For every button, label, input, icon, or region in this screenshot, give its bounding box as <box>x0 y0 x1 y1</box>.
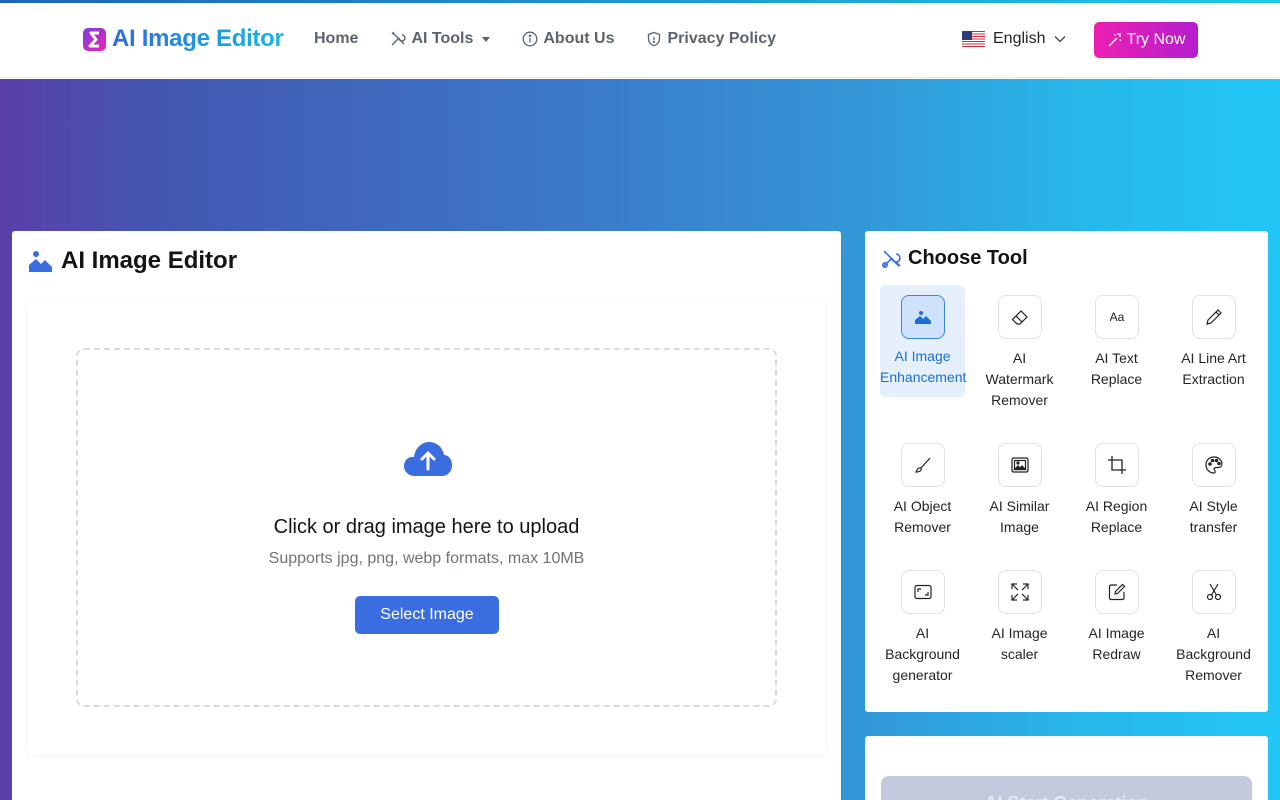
expand-icon <box>1010 583 1029 601</box>
choose-tool-title: Choose Tool <box>880 247 1028 270</box>
tool-ai-style-transfer[interactable]: AI Style transfer <box>1171 433 1256 538</box>
nav-ai-tools-dropdown[interactable]: AI Tools <box>390 27 491 51</box>
frame-icon <box>913 584 932 600</box>
brush-icon <box>914 457 930 473</box>
us-flag-icon <box>962 31 985 47</box>
tool-label: AI Style transfer <box>1189 498 1238 535</box>
nav-home[interactable]: Home <box>314 27 358 51</box>
image-icon <box>914 311 931 324</box>
images-icon <box>1010 457 1029 473</box>
tool-label: AI Image Redraw <box>1088 625 1145 662</box>
tool-label: AI Background Remover <box>1176 625 1251 683</box>
tool-icon-box <box>1094 443 1139 487</box>
editor-title-text: AI Image Editor <box>61 247 238 274</box>
logo-icon <box>83 27 106 51</box>
tool-ai-background-remover[interactable]: AI Background Remover <box>1171 560 1256 686</box>
start-generation-button[interactable]: AI Start Generation <box>881 776 1252 800</box>
tool-ai-line-art-extraction[interactable]: AI Line Art Extraction <box>1171 285 1256 390</box>
navbar: AI Image Editor Home AI Tools About Us P… <box>0 3 1280 78</box>
tool-icon-box <box>1191 570 1236 614</box>
tool-ai-object-remover[interactable]: AI Object Remover <box>880 433 965 538</box>
shield-icon <box>648 31 661 47</box>
image-landscape-icon <box>29 250 52 272</box>
info-circle-icon <box>522 31 538 47</box>
tool-icon-box <box>900 570 945 614</box>
tool-icon-box <box>1191 443 1236 487</box>
tool-icon-box <box>997 443 1042 487</box>
tool-label: AI Watermark Remover <box>985 350 1054 408</box>
cloud-upload-icon <box>404 442 452 476</box>
tool-ai-watermark-remover[interactable]: AI Watermark Remover <box>977 285 1062 411</box>
nav-about-us-label: About Us <box>543 30 615 47</box>
tool-ai-similar-image[interactable]: AI Similar Image <box>977 433 1062 538</box>
tool-label: AI Image Enhancement <box>880 348 967 385</box>
choose-tool-title-text: Choose Tool <box>908 247 1028 269</box>
tool-ai-region-replace[interactable]: AI Region Replace <box>1074 433 1159 538</box>
nav-ai-tools-label: AI Tools <box>411 30 474 47</box>
editor-card: AI Image Editor Click or drag image here… <box>12 231 841 800</box>
caret-down-icon <box>482 36 491 42</box>
magic-wand-icon <box>1108 33 1121 47</box>
tool-icon-box <box>997 570 1042 614</box>
main-nav: Home AI Tools About Us Privacy Policy <box>314 27 808 51</box>
nav-privacy-label: Privacy Policy <box>667 30 776 47</box>
tools-icon <box>391 31 407 46</box>
tool-label: AI Text Replace <box>1090 350 1143 387</box>
tool-label: AI Similar Image <box>989 498 1050 535</box>
svg-text:Aa: Aa <box>1109 310 1124 324</box>
try-now-label: Try Now <box>1126 31 1186 48</box>
upload-subtitle: Supports jpg, png, webp formats, max 10M… <box>268 550 585 567</box>
tool-icon-box <box>1191 295 1236 339</box>
tool-icon-box: Aa <box>1094 295 1139 339</box>
tool-label: AI Image scaler <box>991 625 1048 662</box>
tools-icon <box>881 249 901 268</box>
try-now-button[interactable]: Try Now <box>1094 22 1198 58</box>
tool-ai-image-redraw[interactable]: AI Image Redraw <box>1074 560 1159 665</box>
nav-privacy-policy[interactable]: Privacy Policy <box>646 27 776 51</box>
editor-title: AI Image Editor <box>28 247 237 275</box>
scissors-icon <box>1206 583 1221 601</box>
choose-tool-card: Choose Tool AI Image Enhancement AI Wate… <box>865 231 1268 712</box>
tool-label: AI Region Replace <box>1085 498 1148 535</box>
tool-label: AI Line Art Extraction <box>1181 350 1246 387</box>
pencil-icon <box>1205 309 1222 325</box>
crop-icon <box>1107 456 1126 474</box>
chevron-down-icon <box>1055 36 1066 43</box>
brand-logo-link[interactable]: AI Image Editor <box>81 25 284 53</box>
upload-title: Click or drag image here to upload <box>273 516 580 538</box>
tool-ai-image-scaler[interactable]: AI Image scaler <box>977 560 1062 665</box>
select-image-button[interactable]: Select Image <box>355 596 499 634</box>
eraser-icon <box>1011 310 1028 325</box>
language-selector[interactable]: English <box>962 30 1067 48</box>
tool-icon-box <box>997 295 1042 339</box>
tool-icon-box <box>1094 570 1139 614</box>
brand-name: AI Image Editor <box>112 25 284 52</box>
tool-label: AI Object Remover <box>893 498 952 535</box>
tool-label: AI Background generator <box>885 625 960 683</box>
tool-ai-text-replace[interactable]: Aa AI Text Replace <box>1074 285 1159 390</box>
upload-panel: Click or drag image here to upload Suppo… <box>28 299 825 755</box>
upload-dropzone[interactable]: Click or drag image here to upload Suppo… <box>76 348 777 707</box>
tool-icon-box <box>900 443 945 487</box>
language-label: English <box>993 30 1046 47</box>
nav-home-label: Home <box>314 30 359 47</box>
generate-card: AI Start Generation <box>865 736 1268 800</box>
palette-icon <box>1204 456 1223 474</box>
tool-ai-background-generator[interactable]: AI Background generator <box>880 560 965 686</box>
text-aa-icon: Aa <box>1109 310 1124 324</box>
tool-ai-image-enhancement[interactable]: AI Image Enhancement <box>880 285 967 397</box>
edit-icon <box>1108 583 1125 601</box>
nav-about-us[interactable]: About Us <box>522 27 614 51</box>
tool-icon-box <box>900 295 945 339</box>
